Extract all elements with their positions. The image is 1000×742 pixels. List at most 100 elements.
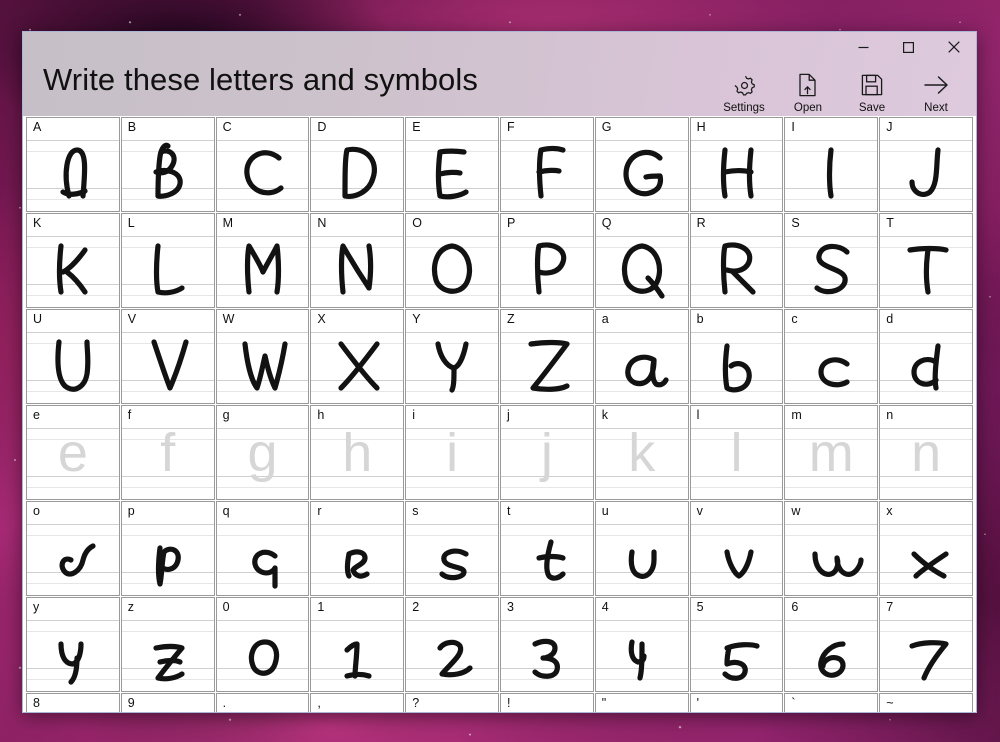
save-button[interactable]: Save — [840, 70, 904, 117]
guide-line — [121, 583, 214, 584]
sample-cell[interactable]: D — [310, 117, 405, 212]
sample-cell[interactable]: Q — [594, 213, 689, 308]
sample-cell[interactable]: p — [120, 501, 215, 596]
handwritten-ink — [406, 330, 498, 393]
guide-line — [27, 535, 119, 536]
guide-line — [216, 583, 309, 584]
sample-cell[interactable]: J — [879, 117, 973, 212]
guide-line — [311, 380, 404, 381]
sample-cell[interactable]: 2 — [405, 597, 499, 692]
sample-cell[interactable]: Y — [405, 309, 499, 404]
sample-cell[interactable]: K — [26, 213, 120, 308]
sample-cell[interactable]: ! — [500, 693, 594, 712]
sample-cell[interactable]: x — [879, 501, 973, 596]
sample-cell[interactable]: jj — [500, 405, 594, 500]
guide-line — [501, 199, 593, 200]
sample-cell[interactable]: F — [500, 117, 594, 212]
sample-cell[interactable]: G — [594, 117, 689, 212]
sample-cell[interactable]: H — [689, 117, 784, 212]
sample-cell[interactable]: E — [405, 117, 499, 212]
sample-cell[interactable]: C — [215, 117, 310, 212]
handwritten-ink — [122, 234, 214, 296]
guide-line — [501, 140, 593, 141]
sample-cell[interactable]: , — [310, 693, 405, 712]
next-button[interactable]: Next — [904, 70, 968, 117]
sample-cell[interactable]: 1 — [310, 597, 405, 692]
sample-cell[interactable]: z — [120, 597, 215, 692]
sample-cell[interactable]: nn — [879, 405, 973, 500]
sample-cell[interactable]: mm — [784, 405, 879, 500]
sample-cell[interactable]: T — [879, 213, 973, 308]
sample-cell[interactable]: kk — [594, 405, 689, 500]
handwritten-ink — [501, 522, 593, 584]
sample-cell[interactable]: . — [215, 693, 310, 712]
sample-cell[interactable]: 6 — [784, 597, 879, 692]
sample-cell[interactable]: I — [784, 117, 879, 212]
sample-cell[interactable]: b — [689, 309, 784, 404]
sample-cell[interactable]: B — [120, 117, 215, 212]
sample-cell[interactable]: P — [500, 213, 594, 308]
sample-cell[interactable]: A — [26, 117, 120, 212]
sample-cell[interactable]: w — [784, 501, 879, 596]
sample-cell[interactable]: 9 — [120, 693, 215, 712]
handwritten-ink — [311, 618, 403, 680]
sample-cell[interactable]: d — [879, 309, 973, 404]
sample-cell-label: " — [601, 696, 607, 710]
settings-button[interactable]: Settings — [712, 70, 776, 117]
sample-cell[interactable]: c — [784, 309, 879, 404]
sample-cell[interactable]: ee — [26, 405, 120, 500]
sample-cell[interactable]: y — [26, 597, 120, 692]
sample-cell[interactable]: V — [120, 309, 215, 404]
window-controls — [841, 32, 976, 62]
sample-cell[interactable]: R — [689, 213, 784, 308]
sample-cell[interactable]: ii — [405, 405, 499, 500]
minimize-button[interactable] — [841, 32, 886, 62]
sample-cell[interactable]: O — [405, 213, 499, 308]
open-button[interactable]: Open — [776, 70, 840, 117]
sample-cell[interactable]: 3 — [500, 597, 594, 692]
sample-cell[interactable]: N — [310, 213, 405, 308]
sample-cell[interactable]: L — [120, 213, 215, 308]
sample-cell[interactable]: ? — [405, 693, 499, 712]
sample-cell[interactable]: 7 — [879, 597, 973, 692]
guide-line — [880, 391, 972, 392]
guide-line — [406, 284, 498, 285]
sample-cell[interactable]: 8 — [26, 693, 120, 712]
sample-cell[interactable]: 0 — [215, 597, 310, 692]
sample-cell[interactable]: t — [500, 501, 594, 596]
guide-line — [406, 332, 498, 333]
sample-cell[interactable]: s — [405, 501, 499, 596]
sample-cell[interactable]: S — [784, 213, 879, 308]
sample-cell[interactable]: v — [689, 501, 784, 596]
close-button[interactable] — [931, 32, 976, 62]
guide-line — [501, 572, 593, 573]
guide-line — [595, 583, 688, 584]
guide-line — [311, 284, 404, 285]
sample-cell[interactable]: ` — [784, 693, 879, 712]
sample-cell[interactable]: o — [26, 501, 120, 596]
sample-cell[interactable]: W — [215, 309, 310, 404]
sample-cell[interactable]: M — [215, 213, 310, 308]
sample-cell[interactable]: gg — [215, 405, 310, 500]
sample-cell[interactable]: Z — [500, 309, 594, 404]
sample-cell[interactable]: r — [310, 501, 405, 596]
sample-cell[interactable]: 4 — [594, 597, 689, 692]
sample-cell[interactable]: ff — [120, 405, 215, 500]
sample-cell[interactable]: hh — [310, 405, 405, 500]
maximize-button[interactable] — [886, 32, 931, 62]
guide-line — [216, 199, 309, 200]
guide-line — [121, 679, 214, 680]
sample-cell[interactable]: U — [26, 309, 120, 404]
guide-line — [880, 236, 972, 237]
sample-cell[interactable]: a — [594, 309, 689, 404]
sample-cell[interactable]: ll — [689, 405, 784, 500]
sample-cell[interactable]: X — [310, 309, 405, 404]
guide-line — [501, 583, 593, 584]
sample-cell[interactable]: " — [594, 693, 689, 712]
sample-cell[interactable]: u — [594, 501, 689, 596]
sample-cell[interactable]: q — [215, 501, 310, 596]
sample-cell[interactable]: ~ — [879, 693, 973, 712]
sample-cell[interactable]: ' — [689, 693, 784, 712]
sample-cell[interactable]: 5 — [689, 597, 784, 692]
handwritten-ink — [785, 234, 877, 296]
